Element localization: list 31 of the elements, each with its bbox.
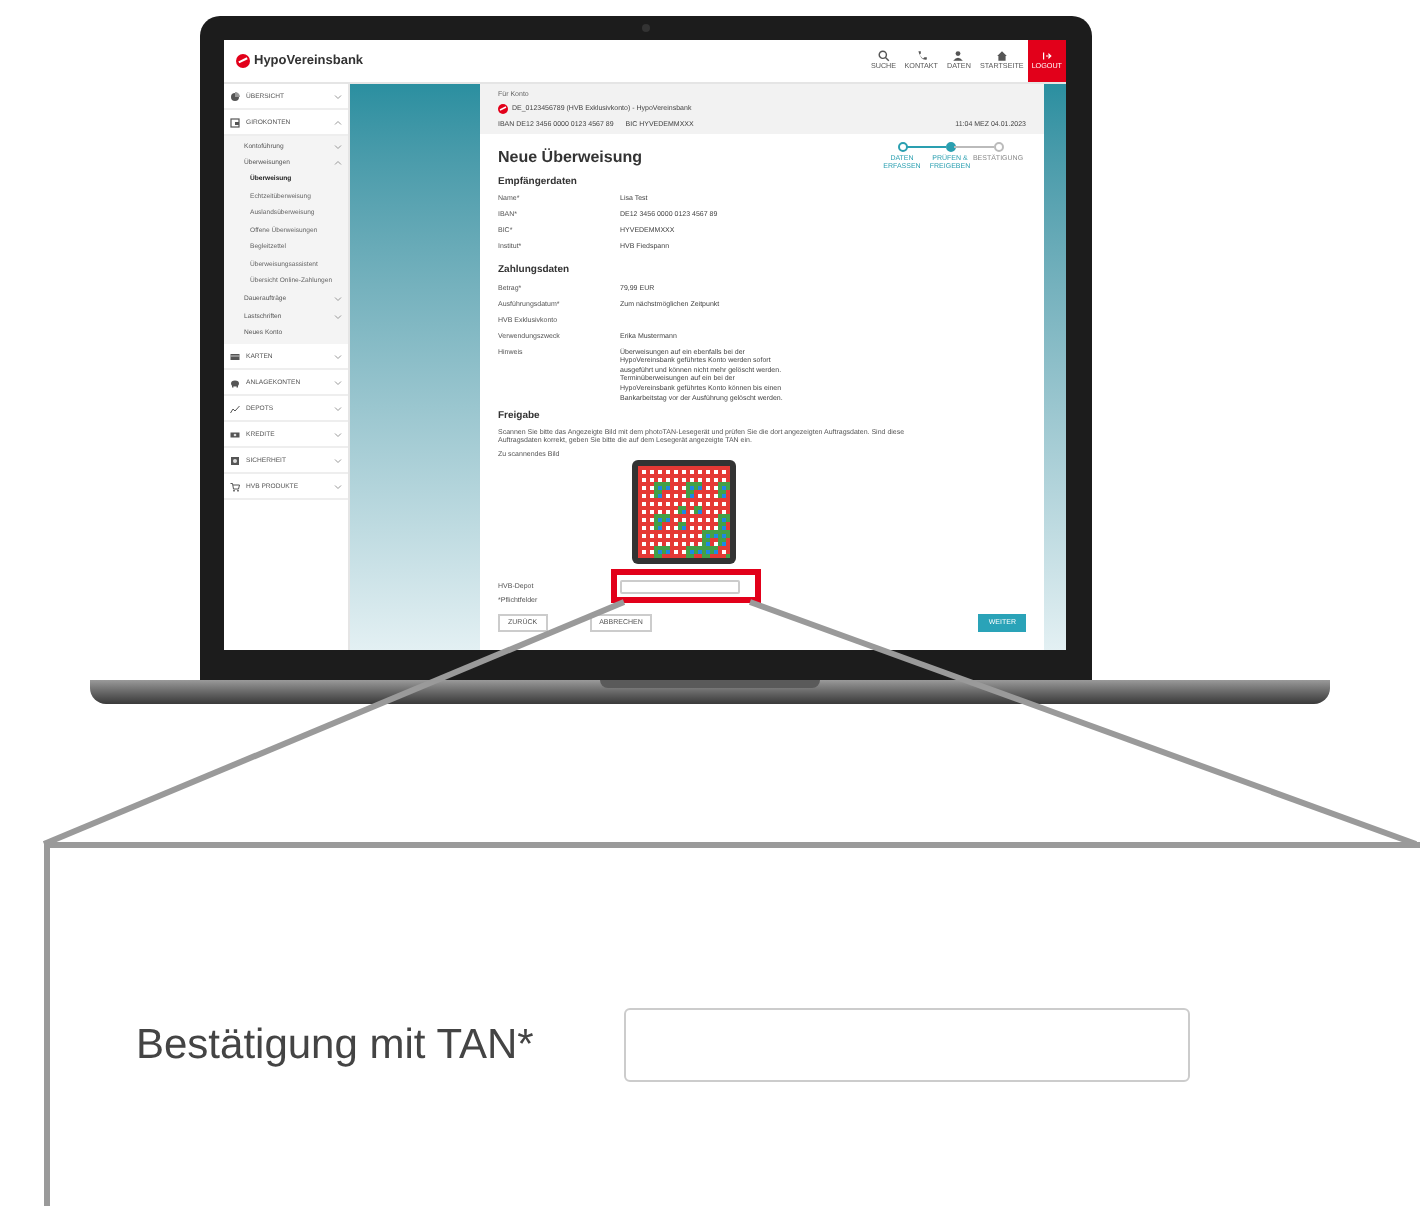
chevron-icon [334,353,342,359]
chevron-icon [334,483,342,489]
line-chart-icon [230,403,240,413]
tan-input[interactable] [623,1008,1190,1082]
tan-input[interactable] [620,579,740,594]
chevron-icon [334,457,342,463]
chevron-icon [334,405,342,411]
chevron-icon [334,143,342,150]
exit-icon [1040,50,1053,63]
pie-chart-icon [230,91,240,101]
chevron-icon [334,379,342,385]
chevron-icon [334,119,342,125]
card-icon [230,351,240,361]
safe-icon [230,455,240,465]
chevron-icon [334,93,342,99]
tan-label: Bestätigung mit TAN* [136,1019,534,1072]
cart-icon [230,481,240,491]
banknote-icon [230,429,240,439]
phone-icon [915,50,928,63]
wallet-icon [230,117,240,127]
person-icon [952,50,965,63]
photo-tan-graphic [632,459,736,564]
logo-icon [236,54,250,68]
chevron-icon [334,296,342,303]
search-icon [877,50,890,63]
logo-icon [498,104,508,115]
chevron-icon [334,431,342,437]
chevron-icon [334,313,342,320]
house-icon [995,50,1008,63]
page-title: Neue Überweisung [498,145,643,170]
chevron-icon [334,160,342,167]
